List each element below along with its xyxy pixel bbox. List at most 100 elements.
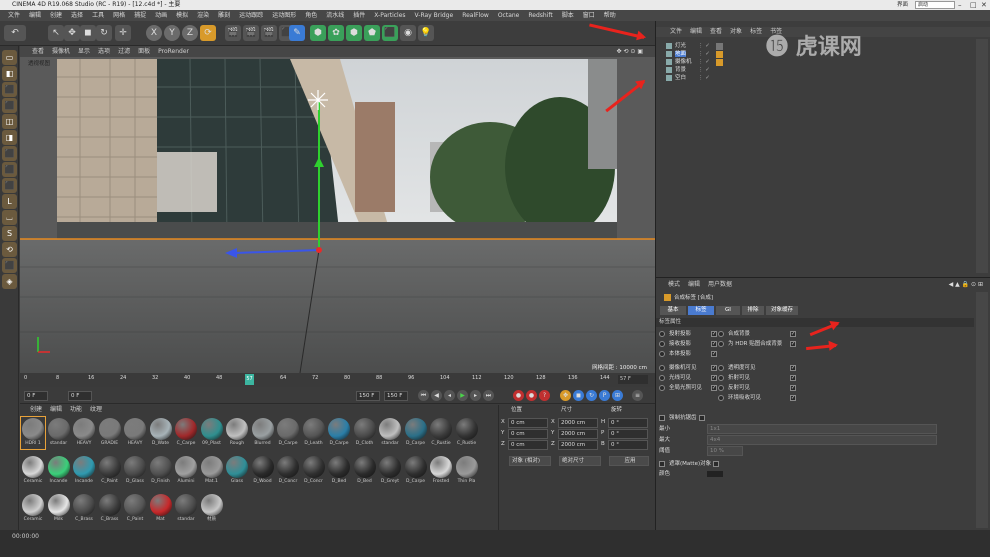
toolbar-button[interactable]: 🎬 [243, 25, 259, 41]
prev-frame-icon[interactable]: ◂ [444, 390, 455, 401]
object-origin[interactable] [316, 247, 322, 253]
attribute-checkbox[interactable]: ✓ [790, 330, 796, 337]
toolbar-button[interactable]: ⬟ [364, 25, 380, 41]
toolbar-button[interactable]: ✥ [64, 25, 80, 41]
material-swatch[interactable]: D_Bed [353, 455, 377, 487]
animate-icon[interactable] [718, 374, 724, 381]
play-icon[interactable]: ▶ [457, 390, 468, 401]
viewport-menu-item[interactable]: 面板 [138, 48, 150, 55]
material-swatch[interactable]: D_Bed [327, 455, 351, 487]
animate-icon[interactable] [718, 384, 724, 391]
attribute-checkbox-row[interactable]: 投射投影 ✓ [659, 330, 717, 339]
viewport-menu-item[interactable]: 查看 [32, 48, 44, 55]
toolbar-button[interactable]: ⬛ [382, 25, 398, 41]
viewport-menu-item[interactable]: 显示 [78, 48, 90, 55]
material-swatch[interactable]: D_Finish [149, 455, 173, 487]
attribute-checkbox-row[interactable]: 光线可见 ✓ [659, 374, 717, 383]
attribute-checkbox-row[interactable]: 接收投影 ✓ [659, 340, 717, 349]
material-swatch[interactable]: standar [47, 417, 71, 449]
left-tool-button[interactable]: L [2, 194, 17, 209]
toolbar-button[interactable]: ⬢ [310, 25, 326, 41]
attribute-checkbox-row[interactable]: 反射可见 ✓ [718, 384, 796, 393]
object-scrollbar[interactable] [976, 39, 988, 273]
menu-item[interactable]: 窗口 [583, 12, 595, 19]
toolbar-button[interactable]: ⟳ [200, 25, 216, 41]
param-key-icon[interactable]: P [599, 390, 610, 401]
menu-item[interactable]: 帮助 [604, 12, 616, 19]
menu-item[interactable]: 运动跟踪 [239, 12, 263, 19]
attribute-checkbox[interactable]: ✓ [790, 394, 796, 401]
end-frame-field[interactable]: 150 F [384, 391, 408, 401]
attribute-tab[interactable]: 基本 [660, 306, 686, 315]
left-tool-button[interactable]: ⟲ [2, 242, 17, 257]
undo-icon[interactable]: ↶ [4, 25, 26, 41]
material-swatch[interactable]: Mat.1 [200, 455, 224, 487]
attribute-menu-item[interactable]: 编辑 [688, 281, 700, 288]
menu-item[interactable]: 流水线 [326, 12, 344, 19]
visibility-toggle-icon[interactable]: ⋮ ✓ [698, 74, 710, 83]
position-field[interactable]: 0 cm [508, 440, 548, 450]
animate-icon[interactable] [659, 330, 665, 337]
object-menu-item[interactable]: 对象 [730, 28, 742, 35]
material-swatch[interactable]: C_Rustie [455, 417, 479, 449]
material-swatch[interactable]: D_Wate [149, 417, 173, 449]
material-swatch[interactable]: Incande [72, 455, 96, 487]
viewport-nav-icons[interactable]: ✥ ⟲ ⊙ ▣ [617, 46, 643, 57]
toolbar-button[interactable]: ✛ [115, 25, 131, 41]
size-field[interactable]: 2000 cm [558, 429, 598, 439]
animate-icon[interactable] [718, 394, 724, 401]
material-swatch[interactable]: Blurred [251, 417, 275, 449]
animate-icon[interactable] [659, 364, 665, 371]
start-frame-field[interactable]: 0 F [24, 391, 48, 401]
toolbar-button[interactable]: 🎬 [261, 25, 277, 41]
minimize-icon[interactable]: – [958, 0, 962, 10]
attribute-checkbox[interactable]: ✓ [711, 384, 717, 391]
attribute-tab[interactable]: GI [716, 306, 740, 315]
menu-item[interactable]: V-Ray Bridge [415, 12, 454, 19]
left-tool-button[interactable]: ⬛ [2, 258, 17, 273]
toolbar-button[interactable]: ↻ [96, 25, 112, 41]
toolbar-button[interactable]: 💡 [418, 25, 434, 41]
animate-icon[interactable] [718, 340, 724, 347]
menu-item[interactable]: X-Particles [374, 12, 405, 19]
object-menu-item[interactable]: 查看 [710, 28, 722, 35]
viewport-menu-item[interactable]: 过滤 [118, 48, 130, 55]
attribute-checkbox[interactable]: ✓ [790, 384, 796, 391]
object-menu-item[interactable]: 标签 [750, 28, 762, 35]
material-swatch[interactable]: standar [174, 493, 198, 525]
object-tag-icon[interactable] [716, 43, 723, 50]
keyframe-selection-icon[interactable]: ? [539, 390, 550, 401]
material-swatch[interactable]: D_Leath [302, 417, 326, 449]
autokey-icon[interactable]: ● [526, 390, 537, 401]
left-tool-button[interactable]: ⬛ [2, 98, 17, 113]
animate-icon[interactable] [659, 340, 665, 347]
viewport-menu-item[interactable]: ProRender [158, 48, 189, 55]
material-swatch[interactable]: D_Carpe [404, 455, 428, 487]
attribute-tab[interactable]: 排除 [742, 306, 764, 315]
left-tool-button[interactable]: ⬛ [2, 162, 17, 177]
toolbar-button[interactable]: Z [182, 25, 198, 41]
animate-icon[interactable] [659, 350, 665, 357]
attribute-checkbox-row[interactable]: 为 HDR 贴图合成背景 ✓ [718, 340, 796, 349]
object-menu-item[interactable]: 文件 [670, 28, 682, 35]
menu-item[interactable]: 脚本 [562, 12, 574, 19]
left-tool-button[interactable]: ⬛ [2, 82, 17, 97]
left-tool-button[interactable]: ◈ [2, 274, 17, 289]
attribute-scrollbar[interactable] [976, 292, 988, 528]
menu-item[interactable]: 动画 [155, 12, 167, 19]
left-tool-button[interactable]: ◨ [2, 130, 17, 145]
size-field[interactable]: 2000 cm [558, 440, 598, 450]
toolbar-button[interactable]: ◼ [80, 25, 96, 41]
menu-item[interactable]: 角色 [305, 12, 317, 19]
material-swatch[interactable]: C_Brass [72, 493, 96, 525]
object-menu-item[interactable]: 编辑 [690, 28, 702, 35]
apply-button[interactable]: 应用 [609, 456, 649, 466]
toolbar-button[interactable]: ⬢ [346, 25, 362, 41]
left-tool-button[interactable]: ▭ [2, 50, 17, 65]
left-tool-button[interactable]: ⬛ [2, 146, 17, 161]
material-swatch[interactable]: D_Concr [302, 455, 326, 487]
material-swatch[interactable]: Ceramic [21, 493, 45, 525]
material-menu-item[interactable]: 创建 [30, 406, 42, 413]
material-swatch[interactable]: D_Concr [276, 455, 300, 487]
material-swatch[interactable]: D_Greyt [378, 455, 402, 487]
